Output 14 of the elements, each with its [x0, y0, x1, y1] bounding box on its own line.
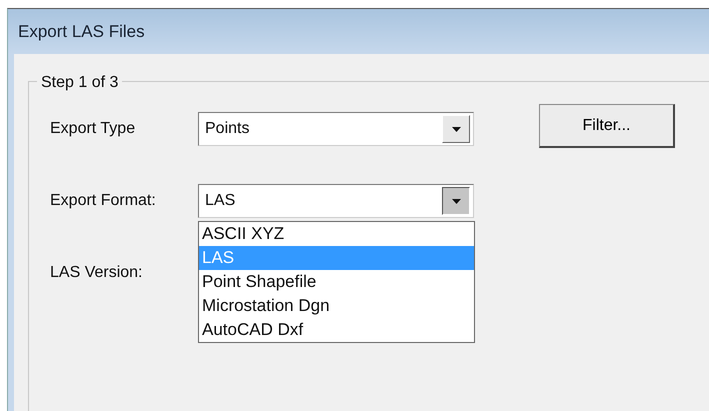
dropdown-option[interactable]: AutoCAD Dxf — [199, 318, 474, 342]
caret-icon — [452, 198, 460, 204]
field-label: Export Format: — [50, 191, 157, 211]
field-label: Export Type — [50, 119, 136, 139]
window-title: Export LAS Files — [18, 20, 145, 43]
dropdown-field[interactable]: Points — [198, 112, 474, 146]
filter-button[interactable]: Filter... — [539, 104, 675, 148]
field-label: LAS Version: — [50, 263, 144, 283]
dropdown-field[interactable]: LAS — [198, 184, 474, 218]
dropdown-option[interactable]: Microstation Dgn — [199, 294, 474, 318]
dropdown-button[interactable] — [442, 187, 470, 215]
dropdown-option[interactable]: ASCII XYZ — [199, 222, 474, 246]
caret-icon — [452, 126, 460, 132]
dropdown-option[interactable]: Point Shapefile — [199, 270, 474, 294]
